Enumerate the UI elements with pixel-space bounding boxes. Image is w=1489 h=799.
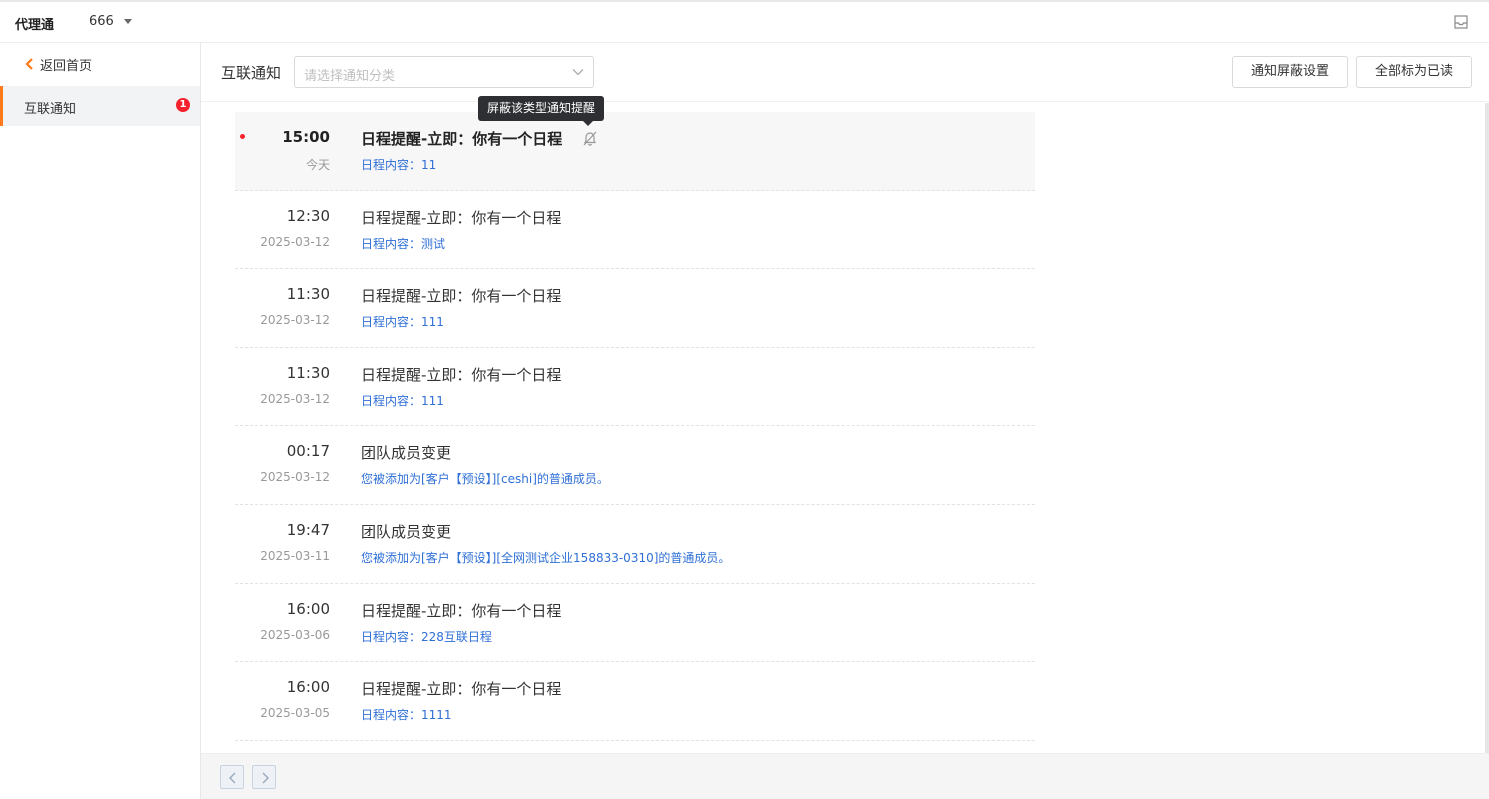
- category-select[interactable]: 请选择通知分类: [294, 56, 594, 88]
- notification-date: 2025-03-12: [260, 391, 330, 406]
- notification-date: 2025-03-05: [260, 706, 330, 721]
- notification-date: 2025-03-12: [260, 234, 330, 249]
- page-title: 互联通知: [221, 64, 282, 82]
- notification-content: 您被添加为[客户【预设】][ceshi]的普通成员。: [361, 472, 609, 487]
- notification-time: 15:00: [282, 128, 330, 146]
- notification-date: 今天: [305, 158, 330, 172]
- org-switcher[interactable]: 666: [89, 14, 114, 29]
- notification-row[interactable]: 16:00 2025-03-05 日程提醒-立即：你有一个日程 日程内容：111…: [235, 662, 1035, 741]
- pagination-bar: [201, 753, 1489, 799]
- notification-row[interactable]: 00:17 2025-03-12 团队成员变更 您被添加为[客户【预设】][ce…: [235, 426, 1035, 505]
- mark-all-read-button[interactable]: 全部标为已读: [1356, 56, 1472, 88]
- notification-title: 日程提醒-立即：你有一个日程: [361, 365, 562, 384]
- notification-content: 日程内容：11: [361, 158, 437, 172]
- notification-title: 团队成员变更: [361, 444, 452, 463]
- notification-time: 00:17: [286, 442, 330, 461]
- sidebar: 返回首页 互联通知 1: [0, 43, 201, 799]
- notification-content: 日程内容：1111: [361, 708, 452, 723]
- tooltip-arrow: [583, 121, 593, 126]
- sidebar-item-notifications[interactable]: 互联通知 1: [0, 86, 200, 126]
- caret-down-icon[interactable]: [124, 19, 132, 24]
- notification-time: 12:30: [286, 206, 330, 225]
- inbox-icon[interactable]: [1454, 15, 1468, 29]
- notification-title: 日程提醒-立即：你有一个日程: [361, 287, 562, 306]
- notification-content: 日程内容：111: [361, 315, 444, 330]
- notification-content: 您被添加为[客户【预设】][全网测试企业158833-0310]的普通成员。: [361, 550, 731, 565]
- notification-content: 日程内容：228互联日程: [361, 629, 492, 644]
- scrollbar[interactable]: [1485, 103, 1489, 753]
- notification-title: 日程提醒-立即：你有一个日程: [361, 130, 563, 148]
- notification-time: 11:30: [286, 285, 330, 304]
- notification-title: 日程提醒-立即：你有一个日程: [361, 208, 562, 227]
- notification-row[interactable]: 19:47 2025-03-11 团队成员变更 您被添加为[客户【预设】][全网…: [235, 505, 1035, 584]
- mute-tooltip: 屏蔽该类型通知提醒: [478, 96, 605, 121]
- notification-content: 日程内容：111: [361, 393, 444, 408]
- chevron-down-icon: [572, 69, 584, 76]
- next-page-button[interactable]: [252, 765, 276, 789]
- category-placeholder: 请选择通知分类: [304, 69, 396, 84]
- notification-row[interactable]: 11:30 2025-03-12 日程提醒-立即：你有一个日程 日程内容：111: [235, 348, 1035, 427]
- top-bar: 代理通 666: [0, 0, 1489, 43]
- chevron-left-icon: [229, 772, 236, 784]
- notification-date: 2025-03-11: [260, 548, 330, 563]
- back-home-link[interactable]: 返回首页: [24, 54, 92, 74]
- notification-time: 11:30: [286, 363, 330, 382]
- mute-settings-button[interactable]: 通知屏蔽设置: [1232, 56, 1348, 88]
- notification-time: 16:00: [286, 599, 330, 618]
- app-name: 代理通: [15, 18, 55, 33]
- unread-count-badge: 1: [176, 98, 190, 112]
- notification-title: 日程提醒-立即：你有一个日程: [361, 680, 562, 699]
- notification-title: 日程提醒-立即：你有一个日程: [361, 601, 562, 620]
- sidebar-item-label: 互联通知: [24, 102, 77, 117]
- notification-row[interactable]: 12:30 2025-03-12 日程提醒-立即：你有一个日程 日程内容：测试: [235, 191, 1035, 270]
- bell-off-icon[interactable]: [582, 130, 598, 146]
- unread-dot: [240, 134, 245, 139]
- notification-title: 团队成员变更: [361, 522, 452, 541]
- notification-date: 2025-03-12: [260, 313, 330, 328]
- prev-page-button[interactable]: [220, 765, 244, 789]
- notification-row[interactable]: 15:00 今天 日程提醒-立即：你有一个日程 日程内容：11: [235, 112, 1035, 191]
- notification-time: 19:47: [286, 520, 330, 539]
- page-header: 互联通知 请选择通知分类 通知屏蔽设置 全部标为已读: [201, 43, 1489, 102]
- notification-row[interactable]: 16:00 2025-03-06 日程提醒-立即：你有一个日程 日程内容：228…: [235, 584, 1035, 663]
- notification-row[interactable]: 11:30 2025-03-12 日程提醒-立即：你有一个日程 日程内容：111: [235, 269, 1035, 348]
- notification-date: 2025-03-12: [260, 470, 330, 485]
- chevron-left-icon: [25, 58, 33, 70]
- chevron-right-icon: [262, 772, 269, 784]
- notification-content: 日程内容：测试: [361, 236, 446, 251]
- notification-date: 2025-03-06: [260, 627, 330, 642]
- notification-time: 16:00: [286, 678, 330, 697]
- back-home-label: 返回首页: [40, 58, 93, 74]
- notification-list: 15:00 今天 日程提醒-立即：你有一个日程 日程内容：11 12:30 20…: [235, 112, 1035, 741]
